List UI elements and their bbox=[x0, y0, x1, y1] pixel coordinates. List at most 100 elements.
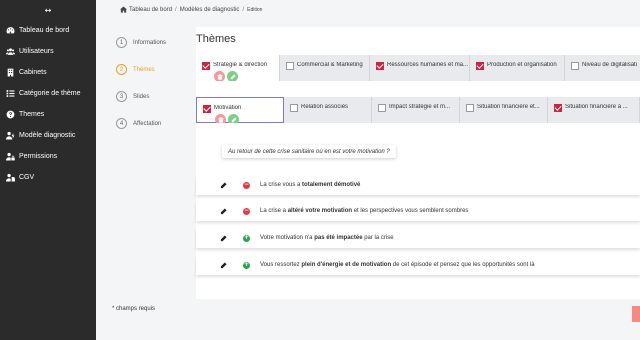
pencil-icon[interactable] bbox=[220, 181, 227, 189]
user-file-icon bbox=[5, 173, 15, 183]
tab-theme-rh[interactable]: Ressources humaines et ma... bbox=[370, 55, 470, 81]
subtheme-checkbox[interactable] bbox=[466, 104, 474, 112]
answer-row[interactable]: − La crise vous a totalement démotivé bbox=[196, 175, 640, 195]
pencil-icon[interactable] bbox=[220, 234, 227, 242]
tab-label: Niveau de digitalisati bbox=[582, 62, 638, 68]
answer-row[interactable]: + Vous ressortez plein d'énergie et de m… bbox=[196, 255, 640, 275]
sidebar-item-cabinets[interactable]: Cabinets bbox=[0, 62, 96, 83]
minus-circle-icon: − bbox=[243, 207, 250, 215]
answer-text: La crise a altéré votre motivation et le… bbox=[260, 208, 469, 214]
step-number: 4 bbox=[116, 118, 127, 129]
home-icon bbox=[120, 6, 127, 13]
tab-label: Ressources humaines et ma... bbox=[387, 62, 469, 68]
tab-label: Stratégie & direction bbox=[213, 62, 268, 68]
tab-label: Impact stratégie et m... bbox=[389, 104, 451, 110]
tab-theme-strategie[interactable]: Stratégie & direction bbox=[196, 55, 280, 81]
theme-checkbox[interactable] bbox=[476, 62, 484, 70]
answer-row[interactable]: − La crise a altéré votre motivation et … bbox=[196, 201, 640, 221]
tab-subtheme-impact[interactable]: Impact stratégie et m... bbox=[372, 97, 460, 123]
subtheme-tabs: Motivation Relation associés Impact stra… bbox=[196, 97, 640, 123]
step-informations[interactable]: 1 Informations bbox=[116, 36, 166, 49]
tab-actions bbox=[215, 114, 241, 123]
sidebar-item-label: Themes bbox=[19, 111, 45, 118]
step-affectation[interactable]: 4 Affectation bbox=[116, 117, 166, 130]
sidebar-item-permissions[interactable]: Permissions bbox=[0, 146, 96, 167]
answer-text: Votre motivation n'a pas été impactée pa… bbox=[260, 235, 394, 241]
sidebar-item-label: Catégorie de thème bbox=[19, 90, 81, 97]
wizard-steps: 1 Informations 2 Thèmes 3 Slides 4 Affec… bbox=[116, 36, 166, 144]
pencil-icon[interactable] bbox=[220, 261, 227, 269]
sidebar-item-users[interactable]: Utilisateurs bbox=[0, 41, 96, 62]
answer-row[interactable]: + Votre motivation n'a pas été impactée … bbox=[196, 228, 640, 248]
delete-button[interactable] bbox=[215, 114, 226, 123]
step-label: Affectation bbox=[133, 120, 162, 127]
sidebar-item-label: Modèle diagnostic bbox=[19, 132, 76, 139]
theme-checkbox[interactable] bbox=[286, 62, 294, 70]
tab-actions bbox=[214, 71, 240, 81]
tab-subtheme-situation-2[interactable]: Situation financière à ... bbox=[548, 97, 640, 123]
subtheme-checkbox[interactable] bbox=[290, 104, 298, 112]
tab-subtheme-situation-1[interactable]: Situation financière et... bbox=[460, 97, 548, 123]
theme-checkbox[interactable] bbox=[376, 62, 384, 70]
pencil-icon bbox=[231, 116, 237, 122]
sidebar: ↔ Tableau de bord Utilisateurs Cabinets … bbox=[0, 0, 96, 340]
sidebar-item-dashboard[interactable]: Tableau de bord bbox=[0, 20, 96, 41]
breadcrumb-home[interactable]: Tableau de bord bbox=[129, 7, 172, 13]
tab-label: Situation financière et... bbox=[477, 104, 540, 110]
tab-subtheme-motivation[interactable]: Motivation bbox=[196, 97, 284, 123]
dashboard-icon bbox=[5, 26, 15, 36]
step-number: 3 bbox=[116, 91, 127, 102]
step-number: 2 bbox=[116, 64, 127, 75]
breadcrumb-section[interactable]: Modèles de diagnostic bbox=[180, 7, 240, 13]
answer-text: La crise vous a totalement démotivé bbox=[260, 182, 361, 188]
step-themes[interactable]: 2 Thèmes bbox=[116, 63, 166, 76]
subtheme-checkbox[interactable] bbox=[203, 105, 211, 113]
edit-button[interactable] bbox=[227, 71, 238, 81]
tab-subtheme-relation[interactable]: Relation associés bbox=[284, 97, 372, 123]
question-circle-icon bbox=[5, 110, 15, 120]
breadcrumb-current: Edition bbox=[247, 6, 263, 13]
diagnostic-icon bbox=[5, 131, 15, 141]
tab-label: Commercial & Marketing bbox=[297, 62, 363, 68]
tab-theme-production[interactable]: Production et organisation bbox=[470, 55, 565, 81]
required-note: * champs requis bbox=[112, 306, 156, 312]
breadcrumb-separator: / bbox=[175, 6, 177, 13]
sidebar-item-label: Utilisateurs bbox=[19, 48, 54, 55]
theme-tabs: Stratégie & direction Commercial & Marke… bbox=[196, 55, 640, 81]
pencil-icon[interactable] bbox=[220, 207, 227, 215]
user-lock-icon bbox=[5, 152, 15, 162]
main-area: Tableau de bord / Modèles de diagnostic … bbox=[96, 0, 640, 340]
sidebar-item-cgv[interactable]: CGV bbox=[0, 167, 96, 188]
trash-icon bbox=[217, 116, 224, 123]
arrows-horizontal-icon: ↔ bbox=[44, 5, 52, 15]
step-label: Slides bbox=[133, 93, 150, 100]
next-button[interactable] bbox=[632, 306, 640, 322]
themes-card: Thèmes Stratégie & direction Commercial … bbox=[196, 27, 640, 299]
trash-icon bbox=[216, 73, 223, 80]
subtheme-checkbox[interactable] bbox=[554, 104, 562, 112]
tab-label: Situation financière à ... bbox=[565, 104, 628, 110]
step-slides[interactable]: 3 Slides bbox=[116, 90, 166, 103]
sidebar-item-theme-category[interactable]: Catégorie de thème bbox=[0, 83, 96, 104]
sidebar-item-diagnostic-model[interactable]: Modèle diagnostic bbox=[0, 125, 96, 146]
plus-circle-icon: + bbox=[243, 261, 250, 269]
page-title: Thèmes bbox=[196, 33, 236, 45]
building-icon bbox=[5, 68, 15, 78]
theme-checkbox[interactable] bbox=[571, 62, 579, 70]
breadcrumb-separator: / bbox=[242, 6, 245, 13]
tab-label: Motivation bbox=[214, 105, 242, 111]
edit-button[interactable] bbox=[228, 114, 239, 123]
delete-button[interactable] bbox=[214, 71, 225, 81]
subtheme-checkbox[interactable] bbox=[378, 104, 386, 112]
theme-checkbox[interactable] bbox=[202, 62, 210, 70]
tab-label: Relation associés bbox=[301, 104, 349, 110]
step-label: Thèmes bbox=[133, 66, 155, 73]
tab-theme-commercial[interactable]: Commercial & Marketing bbox=[280, 55, 370, 81]
tab-label: Production et organisation bbox=[487, 62, 557, 68]
sidebar-item-label: Cabinets bbox=[19, 69, 47, 76]
users-icon bbox=[5, 47, 15, 57]
sidebar-item-label: Permissions bbox=[19, 153, 58, 160]
sidebar-item-themes[interactable]: Themes bbox=[0, 104, 96, 125]
tab-theme-digital[interactable]: Niveau de digitalisati bbox=[565, 55, 640, 81]
sidebar-toggle[interactable]: ↔ bbox=[0, 0, 96, 20]
